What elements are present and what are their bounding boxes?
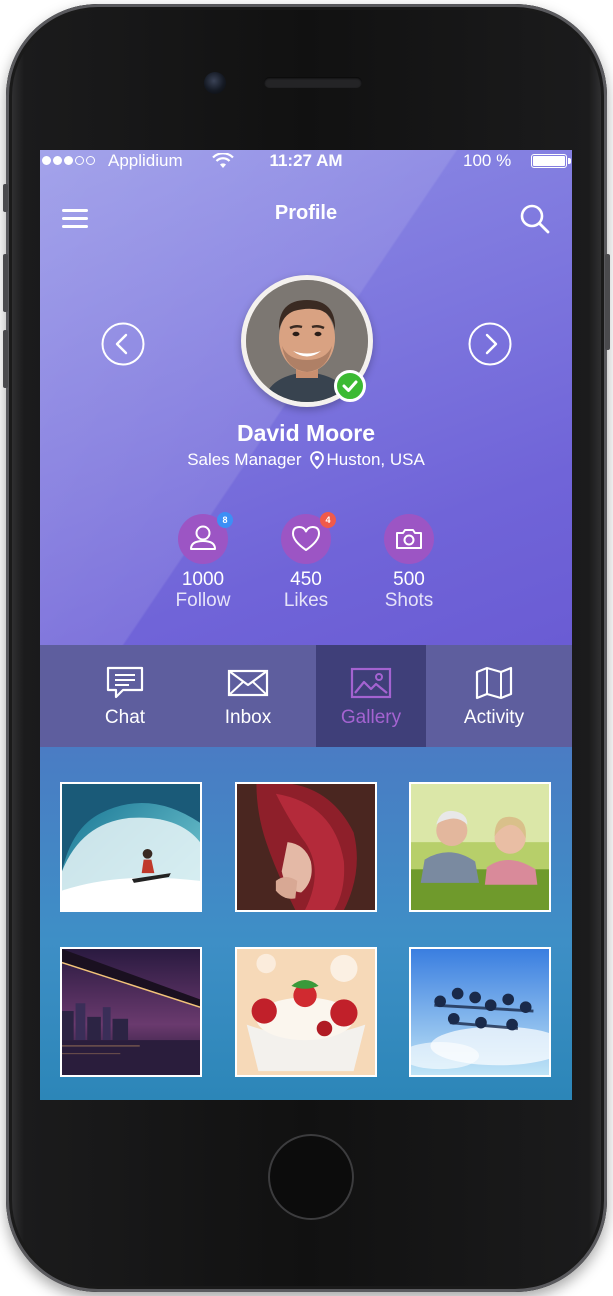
home-button[interactable] xyxy=(268,1134,354,1220)
location-pin-icon xyxy=(309,451,324,469)
search-icon[interactable] xyxy=(516,200,554,238)
map-icon xyxy=(475,666,513,700)
profile-location-text: Huston, USA xyxy=(326,450,425,469)
envelope-icon xyxy=(227,669,269,697)
battery-terminal xyxy=(568,158,571,164)
city-bridge-night-photo[interactable] xyxy=(60,947,202,1077)
image-icon xyxy=(350,667,392,699)
earpiece-speaker xyxy=(264,77,362,88)
tab-activity-label: Activity xyxy=(463,707,525,728)
follow-notification-badge: 8 xyxy=(217,512,233,528)
chat-icon xyxy=(106,666,144,699)
red-hair-woman-photo[interactable] xyxy=(235,782,377,912)
elderly-couple-photo[interactable] xyxy=(409,782,551,912)
stat-shots: 500 Shots xyxy=(359,514,459,612)
tab-gallery[interactable]: Gallery xyxy=(316,645,426,747)
likes-count: 450 xyxy=(290,569,322,590)
tab-activity[interactable]: Activity xyxy=(439,645,549,747)
page-title: Profile xyxy=(274,202,338,224)
follow-count: 1000 xyxy=(181,569,225,590)
profile-name: David Moore xyxy=(236,420,376,446)
shots-count: 500 xyxy=(393,569,425,590)
mute-switch xyxy=(3,184,8,212)
battery-percentage: 100 % xyxy=(463,151,512,170)
battery-level xyxy=(533,156,565,166)
status-bar: Applidium 11:27 AM 100 % xyxy=(40,150,572,174)
tab-bar: Chat Inbox Gallery Activity xyxy=(40,645,572,747)
tab-chat[interactable]: Chat xyxy=(70,645,180,747)
stat-likes: 4 450 Likes xyxy=(256,512,356,612)
previous-profile-button[interactable] xyxy=(101,322,145,366)
likes-notification-badge: 4 xyxy=(320,512,336,528)
surfer-photo[interactable] xyxy=(60,782,202,912)
power-button xyxy=(605,254,610,350)
next-profile-button[interactable] xyxy=(468,322,512,366)
skydivers-photo[interactable] xyxy=(409,947,551,1077)
front-camera xyxy=(204,72,226,94)
follow-button[interactable]: 8 xyxy=(178,512,233,564)
tab-gallery-label: Gallery xyxy=(340,707,402,728)
tab-inbox-label: Inbox xyxy=(224,707,272,728)
tab-chat-label: Chat xyxy=(104,707,146,728)
verified-check-icon xyxy=(334,370,366,402)
app-screen: Applidium 11:27 AM 100 % Profile David M… xyxy=(40,150,572,1100)
follow-label: Follow xyxy=(175,590,231,611)
shots-button[interactable] xyxy=(384,514,434,564)
shots-label: Shots xyxy=(384,590,434,611)
volume-up-button xyxy=(3,254,8,312)
profile-role: Sales Manager xyxy=(187,450,302,469)
ice-cream-dessert-photo[interactable] xyxy=(235,947,377,1077)
profile-location: Huston, USA xyxy=(309,450,425,470)
likes-label: Likes xyxy=(283,590,329,611)
profile-subline: Sales Manager Huston, USA xyxy=(40,450,572,470)
photo-gallery xyxy=(40,747,572,1100)
camera-icon xyxy=(396,529,422,549)
likes-button[interactable]: 4 xyxy=(281,512,336,564)
battery-icon xyxy=(531,154,567,168)
stat-follow: 8 1000 Follow xyxy=(153,512,253,612)
tab-inbox[interactable]: Inbox xyxy=(193,645,303,747)
volume-down-button xyxy=(3,330,8,388)
